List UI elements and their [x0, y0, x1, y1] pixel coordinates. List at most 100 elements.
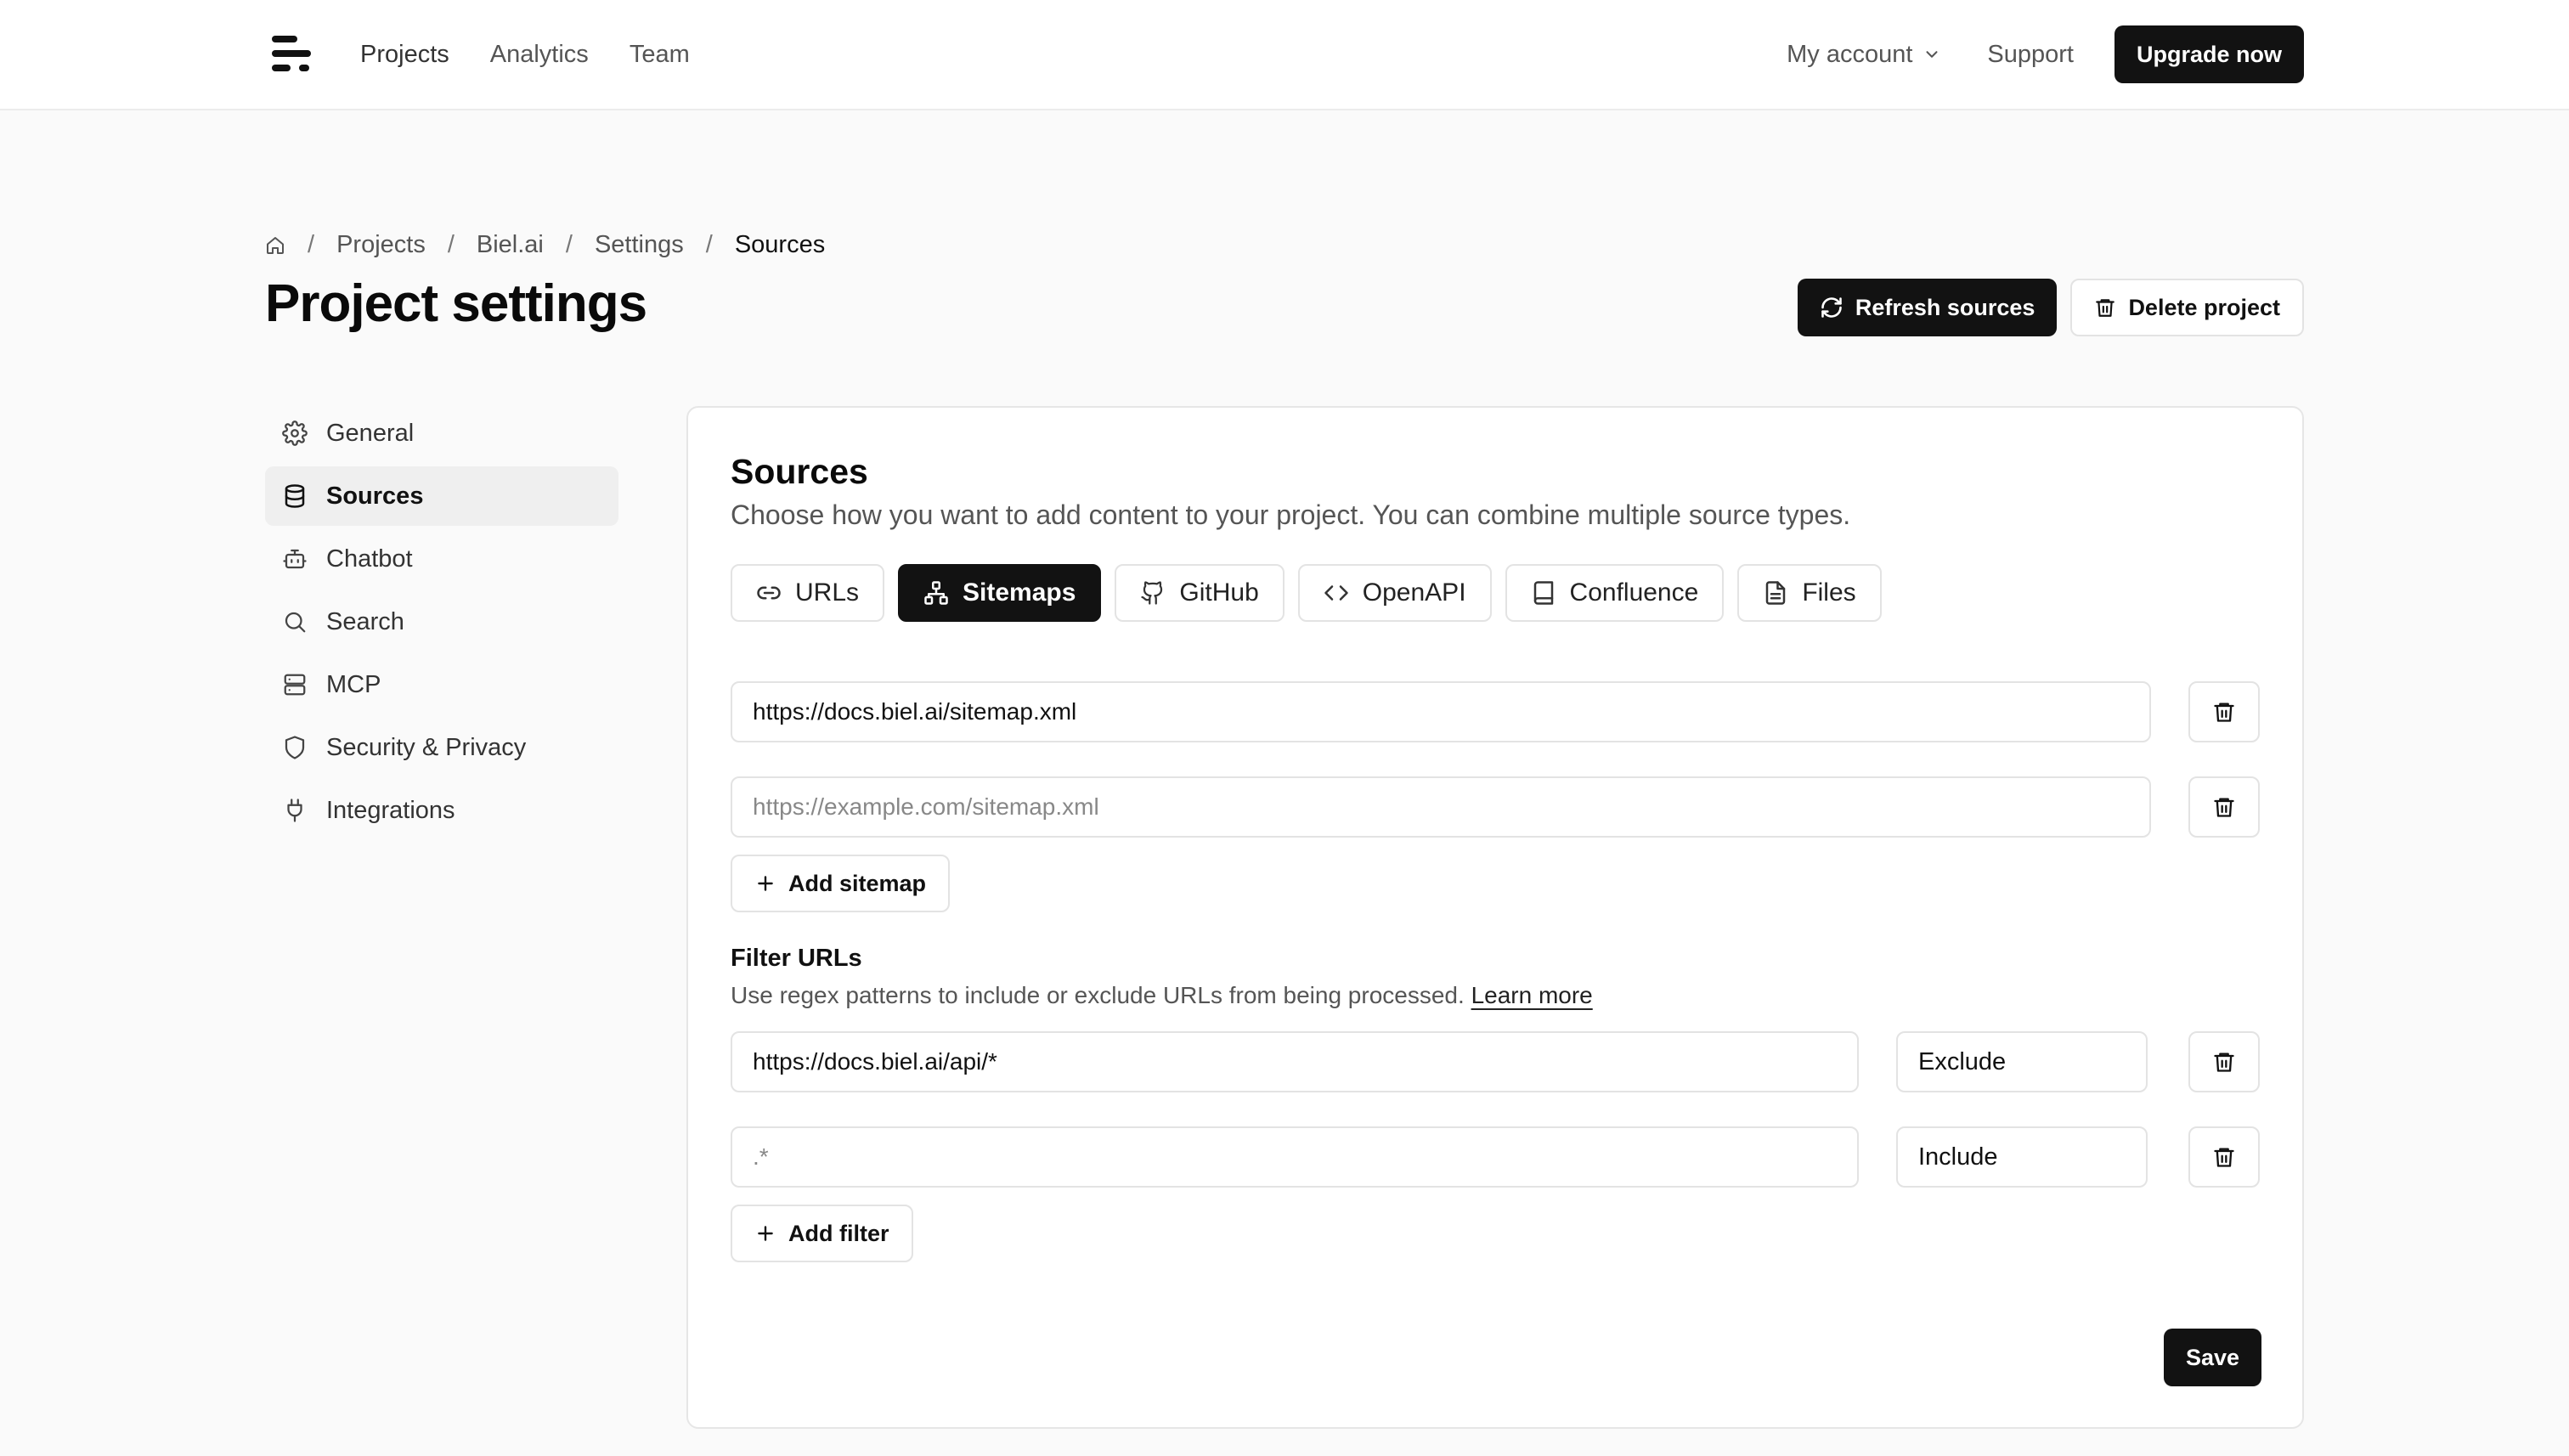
book-icon: [1531, 580, 1556, 606]
sidebar-item-mcp[interactable]: MCP: [265, 655, 618, 714]
sitemap-icon: [923, 580, 949, 606]
delete-project-button[interactable]: Delete project: [2070, 279, 2304, 336]
sidebar-item-label: Security & Privacy: [326, 733, 527, 761]
breadcrumb-separator: /: [447, 231, 455, 258]
my-account-menu[interactable]: My account: [1787, 41, 1941, 69]
tab-urls[interactable]: URLs: [731, 564, 885, 622]
trash-icon: [2212, 1050, 2236, 1074]
sources-card: Sources Choose how you want to add conte…: [686, 406, 2304, 1429]
refresh-icon: [1820, 296, 1843, 319]
nav-team[interactable]: Team: [630, 41, 690, 69]
breadcrumb-current: Sources: [734, 231, 826, 258]
tab-label: Files: [1802, 578, 1856, 607]
server-icon: [282, 672, 308, 697]
tab-label: URLs: [795, 578, 860, 607]
trash-icon: [2212, 1145, 2236, 1169]
breadcrumb-separator: /: [308, 231, 315, 258]
sidebar-item-search[interactable]: Search: [265, 592, 618, 652]
sidebar-item-label: Chatbot: [326, 545, 413, 573]
refresh-sources-label: Refresh sources: [1855, 294, 2035, 320]
bot-icon: [282, 546, 308, 572]
main-nav: Projects Analytics Team: [360, 0, 690, 109]
breadcrumb: / Projects / Biel.ai / Settings / Source…: [265, 231, 825, 259]
filter-urls-title: Filter URLs: [731, 945, 862, 972]
filter-urls-description: Use regex patterns to include or exclude…: [731, 982, 1593, 1009]
add-filter-button[interactable]: Add filter: [731, 1205, 913, 1262]
save-button[interactable]: Save: [2163, 1329, 2261, 1386]
trash-icon: [2212, 700, 2236, 724]
sidebar-item-label: General: [326, 419, 415, 447]
tab-label: Confluence: [1569, 578, 1699, 607]
database-icon: [282, 483, 308, 509]
sitemap-url-input[interactable]: [731, 776, 2151, 838]
trash-icon: [2094, 296, 2116, 319]
breadcrumb-settings[interactable]: Settings: [595, 231, 684, 259]
sidebar-item-security[interactable]: Security & Privacy: [265, 718, 618, 777]
sidebar-item-sources[interactable]: Sources: [265, 466, 618, 526]
gear-icon: [282, 420, 308, 446]
tab-label: GitHub: [1179, 578, 1259, 607]
support-link[interactable]: Support: [1987, 41, 2074, 69]
breadcrumb-project[interactable]: Biel.ai: [477, 231, 544, 259]
sidebar-item-label: Sources: [326, 482, 424, 510]
sidebar-item-label: Integrations: [326, 796, 455, 824]
page-title: Project settings: [265, 274, 647, 333]
breadcrumb-separator: /: [565, 231, 573, 258]
chevron-down-icon: [1923, 45, 1941, 64]
delete-sitemap-button[interactable]: [2188, 681, 2260, 742]
source-type-tabs: URLs Sitemaps GitHub OpenAPI Confluence: [731, 564, 1882, 622]
refresh-sources-button[interactable]: Refresh sources: [1797, 279, 2058, 336]
sidebar-item-integrations[interactable]: Integrations: [265, 781, 618, 840]
sidebar-item-general[interactable]: General: [265, 404, 618, 463]
account-nav: My account Support Upgrade now: [1787, 0, 2304, 109]
tab-files[interactable]: Files: [1737, 564, 1882, 622]
filter-mode-value: Include: [1918, 1143, 1998, 1171]
tab-label: OpenAPI: [1362, 578, 1466, 607]
sources-description: Choose how you want to add content to yo…: [731, 499, 1851, 530]
filter-mode-select[interactable]: Exclude: [1896, 1031, 2148, 1092]
sidebar-item-label: MCP: [326, 670, 381, 698]
logo-icon[interactable]: [270, 34, 314, 73]
plus-icon: [754, 1222, 776, 1244]
filter-pattern-input[interactable]: [731, 1126, 1859, 1188]
add-filter-label: Add filter: [788, 1220, 889, 1246]
filter-description-text: Use regex patterns to include or exclude…: [731, 982, 1465, 1008]
code-icon: [1324, 580, 1349, 606]
delete-filter-button[interactable]: [2188, 1031, 2260, 1092]
upgrade-now-button[interactable]: Upgrade now: [2114, 25, 2304, 83]
nav-analytics[interactable]: Analytics: [490, 41, 589, 69]
file-icon: [1763, 580, 1788, 606]
settings-sidebar: General Sources Chatbot Search MCP Secur…: [265, 404, 618, 844]
sitemap-url-input[interactable]: [731, 681, 2151, 742]
sources-title: Sources: [731, 452, 868, 491]
nav-projects[interactable]: Projects: [360, 41, 449, 69]
breadcrumb-separator: /: [705, 231, 713, 258]
home-icon[interactable]: [265, 235, 285, 256]
delete-sitemap-button[interactable]: [2188, 776, 2260, 838]
sidebar-item-chatbot[interactable]: Chatbot: [265, 529, 618, 589]
github-icon: [1140, 580, 1166, 606]
tab-confluence[interactable]: Confluence: [1505, 564, 1725, 622]
tab-openapi[interactable]: OpenAPI: [1297, 564, 1492, 622]
my-account-label: My account: [1787, 40, 1913, 68]
add-sitemap-label: Add sitemap: [788, 870, 927, 896]
top-navbar: Projects Analytics Team My account Suppo…: [0, 0, 2569, 110]
filter-mode-value: Exclude: [1918, 1047, 2007, 1075]
search-icon: [282, 609, 308, 635]
shield-icon: [282, 735, 308, 760]
learn-more-link[interactable]: Learn more: [1471, 982, 1593, 1008]
tab-sitemaps[interactable]: Sitemaps: [898, 564, 1102, 622]
filter-pattern-input[interactable]: [731, 1031, 1859, 1092]
sidebar-item-label: Search: [326, 607, 404, 635]
header-actions: Refresh sources Delete project: [1797, 279, 2304, 336]
filter-mode-select[interactable]: Include: [1896, 1126, 2148, 1188]
breadcrumb-projects[interactable]: Projects: [336, 231, 426, 259]
add-sitemap-button[interactable]: Add sitemap: [731, 855, 951, 912]
link-icon: [756, 580, 782, 606]
tab-label: Sitemaps: [963, 578, 1076, 607]
delete-filter-button[interactable]: [2188, 1126, 2260, 1188]
plug-icon: [282, 798, 308, 823]
tab-github[interactable]: GitHub: [1115, 564, 1284, 622]
trash-icon: [2212, 795, 2236, 819]
plus-icon: [754, 872, 776, 894]
